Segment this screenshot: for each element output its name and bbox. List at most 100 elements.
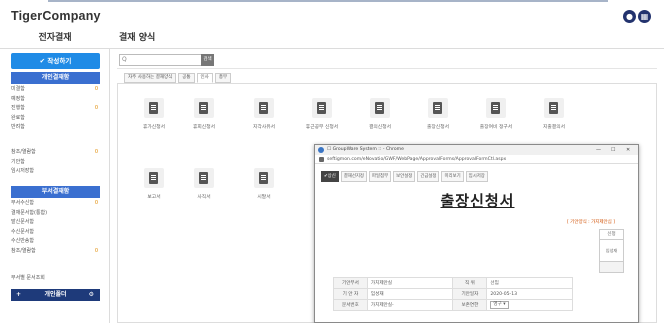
field-label: 기안일자 — [452, 288, 488, 300]
sidebar-item-label: 부서수신함 — [11, 200, 35, 206]
count-badge: 0 — [94, 86, 98, 92]
preview-button[interactable]: 미리보기 — [441, 171, 464, 182]
field-value: 2020-05-13 — [486, 288, 573, 300]
sidebar-item-label: 진행함 — [11, 105, 25, 111]
form-item[interactable]: 출장신청서 — [414, 98, 462, 130]
personal-section-header[interactable]: 개인결재함 — [11, 72, 100, 84]
close-icon[interactable]: ✕ — [626, 145, 630, 155]
sidebar-item[interactable]: 완료함 — [11, 114, 100, 124]
form-label: 지각사유서 — [252, 125, 276, 130]
sidebar-item[interactable]: 기안함 — [11, 158, 100, 168]
tab-hr[interactable]: 인사 — [196, 73, 213, 83]
approval-caption: [ 기안양식 : 가지제안심 ] — [567, 220, 616, 225]
table-row: 문서번호 가치제안실- 보존연한 영구 ▾ — [333, 299, 573, 311]
document-icon — [254, 168, 274, 188]
tab-common[interactable]: 공통 — [178, 73, 195, 83]
sidebar-item[interactable]: 결재문서함(통합) — [11, 209, 100, 219]
document-icon — [486, 98, 506, 118]
popup-url-bar[interactable]: seftigmon.com/eNovatio/GWF/WebPage/Appro… — [315, 155, 638, 164]
minimize-icon[interactable]: — — [596, 145, 601, 155]
folder-label: 개인폴더 — [44, 291, 67, 298]
write-button[interactable]: ✔ 작성하기 — [11, 53, 100, 69]
form-item[interactable]: 휴근공무 신청서 — [298, 98, 346, 130]
sidebar-item[interactable]: 발신문서함 — [11, 218, 100, 228]
submit-button[interactable]: ✔상신 — [321, 171, 339, 182]
sidebar-item-label: 참조/열람함 — [11, 247, 36, 254]
count-badge: 0 — [94, 200, 98, 206]
form-item[interactable]: 사직서 — [180, 168, 228, 200]
sidebar-item[interactable]: 미결함 0 — [11, 85, 100, 95]
form-item[interactable]: 시말서 — [240, 168, 288, 200]
retention-select[interactable]: 영구 ▾ — [490, 301, 509, 309]
attach-file-button[interactable]: 파일첨부 — [368, 171, 392, 182]
count-badge: 0 — [94, 247, 98, 254]
page-title: 결재 양식 — [119, 33, 156, 43]
form-label: 시말서 — [257, 195, 271, 200]
sidebar: ✔ 작성하기 개인결재함 미결함 0 예정함 진행함 0 완료함 반려함 참조/열람… — [0, 49, 110, 323]
sidebar-item-label: 발신문서함 — [11, 219, 35, 225]
urgent-button[interactable]: 긴급설정 — [417, 171, 440, 182]
sidebar-item[interactable]: 참조/열람함 0 — [11, 148, 100, 158]
document-icon — [370, 98, 390, 118]
sidebar-item-label: 부서별 문서조회 — [11, 275, 45, 281]
tab-general-affairs[interactable]: 총무 — [214, 73, 232, 83]
form-label: 출장신청서 — [426, 125, 450, 130]
security-button[interactable]: 보안설정 — [393, 171, 416, 182]
sidebar-item[interactable]: 부서수신함 0 — [11, 199, 100, 209]
sidebar-item[interactable]: 진행함 0 — [11, 104, 100, 114]
tab-frequent[interactable]: 자주 사용하는 결재양식 — [124, 73, 177, 83]
approval-line-button[interactable]: 결재선지정 — [340, 171, 367, 182]
table-row: 기안부서 가치제안실 직 위 선임 — [333, 277, 573, 289]
form-label: 출장여비 정구서 — [479, 125, 513, 130]
sub-header: 전자결재 결재 양식 — [0, 27, 664, 49]
field-value: 임성재 — [366, 288, 454, 300]
sidebar-title: 전자결재 — [38, 33, 72, 43]
sidebar-item[interactable]: 임시저장함 — [11, 167, 100, 177]
personal-folder-header[interactable]: + 개인폴더 ⚙ — [11, 289, 100, 301]
popup-toolbar: ✔상신 결재선지정 파일첨부 보안설정 긴급설정 미리보기 임시저장 — [321, 171, 488, 182]
search-input[interactable]: Q — [119, 54, 207, 66]
form-item[interactable]: 휴가신청서 — [130, 98, 178, 130]
form-item[interactable]: 출장여비 정구서 — [472, 98, 520, 130]
brand-logo[interactable]: TigerCompany — [11, 9, 101, 23]
form-label: 지출결의서 — [542, 125, 566, 130]
sidebar-item[interactable]: 수신반송함 — [11, 237, 100, 247]
dept-menu: 부서수신함 0 결재문서함(통합) 발신문서함 수신문서함 수신반송함 참조/열람… — [11, 199, 100, 256]
field-value: 선임 — [486, 277, 573, 289]
sidebar-item[interactable]: 예정함 — [11, 95, 100, 105]
top-band — [48, 0, 608, 2]
gear-icon[interactable]: ⚙ — [89, 289, 94, 301]
bell-icon[interactable]: ● — [623, 10, 636, 23]
document-title: 출장신청서 — [440, 192, 515, 210]
dept-section-header[interactable]: 부서결재함 — [11, 186, 100, 198]
form-item[interactable]: 휴회신청서 — [180, 98, 228, 130]
sidebar-item-label: 기안함 — [11, 158, 25, 165]
form-item[interactable]: 결의신청서 — [356, 98, 404, 130]
approval-grid: 신청 임성재 — [599, 229, 624, 273]
grid-menu-icon[interactable]: ▦ — [638, 10, 651, 23]
popup-window-title: ☐ GroupWare System :: - Chrome — [327, 147, 404, 152]
field-label: 기 안 자 — [333, 288, 368, 300]
maximize-icon[interactable]: ☐ — [611, 145, 615, 155]
search-button[interactable]: 검색 — [201, 54, 214, 66]
approval-header: 신청 — [600, 230, 623, 240]
temp-save-button[interactable]: 임시저장 — [465, 171, 488, 182]
form-item[interactable]: 지출결의서 — [530, 98, 578, 130]
sidebar-item-label: 수신문서함 — [11, 228, 35, 235]
sidebar-item[interactable]: 참조/열람함 0 — [11, 247, 100, 257]
field-label: 보존연한 — [452, 299, 488, 311]
form-label: 보고서 — [147, 195, 161, 200]
sidebar-item[interactable]: 부서별 문서조회 — [11, 274, 100, 284]
sidebar-item[interactable]: 수신문서함 — [11, 228, 100, 238]
form-item[interactable]: 보고서 — [130, 168, 178, 200]
approval-popup-window: ☐ GroupWare System :: - Chrome — ☐ ✕ sef… — [314, 144, 639, 323]
sidebar-item-label: 임시저장함 — [11, 168, 35, 174]
personal-menu: 미결함 0 예정함 진행함 0 완료함 반려함 — [11, 85, 100, 133]
sidebar-item[interactable]: 반려함 — [11, 123, 100, 133]
sidebar-item-label: 참조/열람함 — [11, 149, 36, 155]
form-item[interactable]: 지각사유서 — [240, 98, 288, 130]
popup-title-bar: ☐ GroupWare System :: - Chrome — ☐ ✕ — [315, 145, 638, 155]
sidebar-item-label: 완료함 — [11, 114, 25, 121]
document-icon — [312, 98, 332, 118]
count-badge: 0 — [94, 105, 98, 111]
